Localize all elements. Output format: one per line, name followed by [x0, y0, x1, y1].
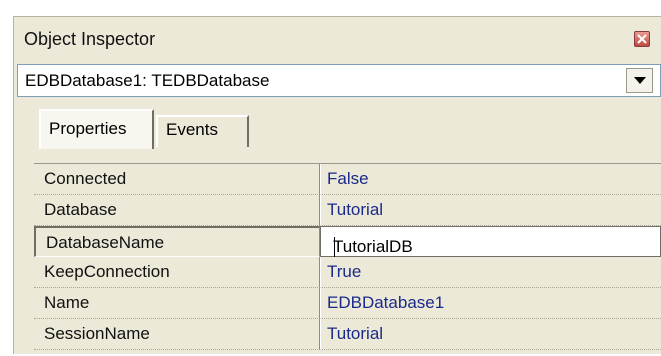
- property-row-sessionname[interactable]: SessionName Tutorial: [34, 319, 661, 350]
- property-value-cell[interactable]: Tutorial: [320, 195, 661, 226]
- close-icon: [637, 34, 647, 44]
- tab-properties[interactable]: Properties: [39, 109, 154, 149]
- property-row-name[interactable]: Name EDBDatabase1: [34, 288, 661, 319]
- property-name-cell[interactable]: Connected: [34, 164, 320, 195]
- dropdown-button[interactable]: [626, 68, 653, 93]
- tab-events[interactable]: Events: [156, 115, 249, 147]
- property-value: Tutorial: [327, 200, 384, 219]
- property-value-cell[interactable]: Tutorial: [320, 319, 661, 350]
- property-name: Database: [44, 200, 117, 219]
- property-row-databasename[interactable]: DatabaseName TutorialDB: [34, 226, 661, 257]
- property-name: Name: [44, 293, 90, 312]
- property-value-editor[interactable]: TutorialDB: [320, 226, 661, 257]
- property-value: EDBDatabase1: [327, 293, 445, 312]
- property-value: Tutorial: [327, 324, 384, 343]
- property-value: TutorialDB: [333, 237, 413, 256]
- close-button[interactable]: [634, 31, 650, 47]
- property-value-cell[interactable]: EDBDatabase1: [320, 288, 661, 319]
- tab-events-label: Events: [166, 120, 218, 139]
- property-value: True: [327, 262, 362, 281]
- text-caret: [334, 237, 335, 257]
- property-name: Connected: [44, 169, 127, 188]
- object-inspector-panel: Object Inspector EDBDatabase1: TEDBDatab…: [13, 16, 661, 354]
- component-selector[interactable]: EDBDatabase1: TEDBDatabase: [17, 64, 661, 97]
- property-name: DatabaseName: [46, 233, 165, 252]
- property-row-connected[interactable]: Connected False: [34, 164, 661, 195]
- component-selector-value: EDBDatabase1: TEDBDatabase: [25, 71, 270, 90]
- property-row-keepconnection[interactable]: KeepConnection True: [34, 257, 661, 288]
- property-name-cell[interactable]: Database: [34, 195, 320, 226]
- chevron-down-icon: [634, 77, 646, 84]
- property-value-cell[interactable]: True: [320, 257, 661, 288]
- property-name-cell[interactable]: Name: [34, 288, 320, 319]
- property-name: SessionName: [44, 324, 150, 343]
- property-grid: Connected False Database Tutorial Databa…: [34, 163, 661, 356]
- property-name: KeepConnection: [44, 262, 170, 281]
- property-row-database[interactable]: Database Tutorial: [34, 195, 661, 226]
- property-name-cell[interactable]: SessionName: [34, 319, 320, 350]
- property-value-cell[interactable]: False: [320, 164, 661, 195]
- property-name-cell[interactable]: DatabaseName: [34, 226, 320, 257]
- property-name-cell[interactable]: KeepConnection: [34, 257, 320, 288]
- title-bar[interactable]: Object Inspector: [14, 17, 661, 55]
- property-value: False: [327, 169, 369, 188]
- tab-properties-label: Properties: [49, 119, 127, 138]
- object-inspector-window: Object Inspector EDBDatabase1: TEDBDatab…: [0, 0, 661, 354]
- window-title: Object Inspector: [24, 29, 156, 49]
